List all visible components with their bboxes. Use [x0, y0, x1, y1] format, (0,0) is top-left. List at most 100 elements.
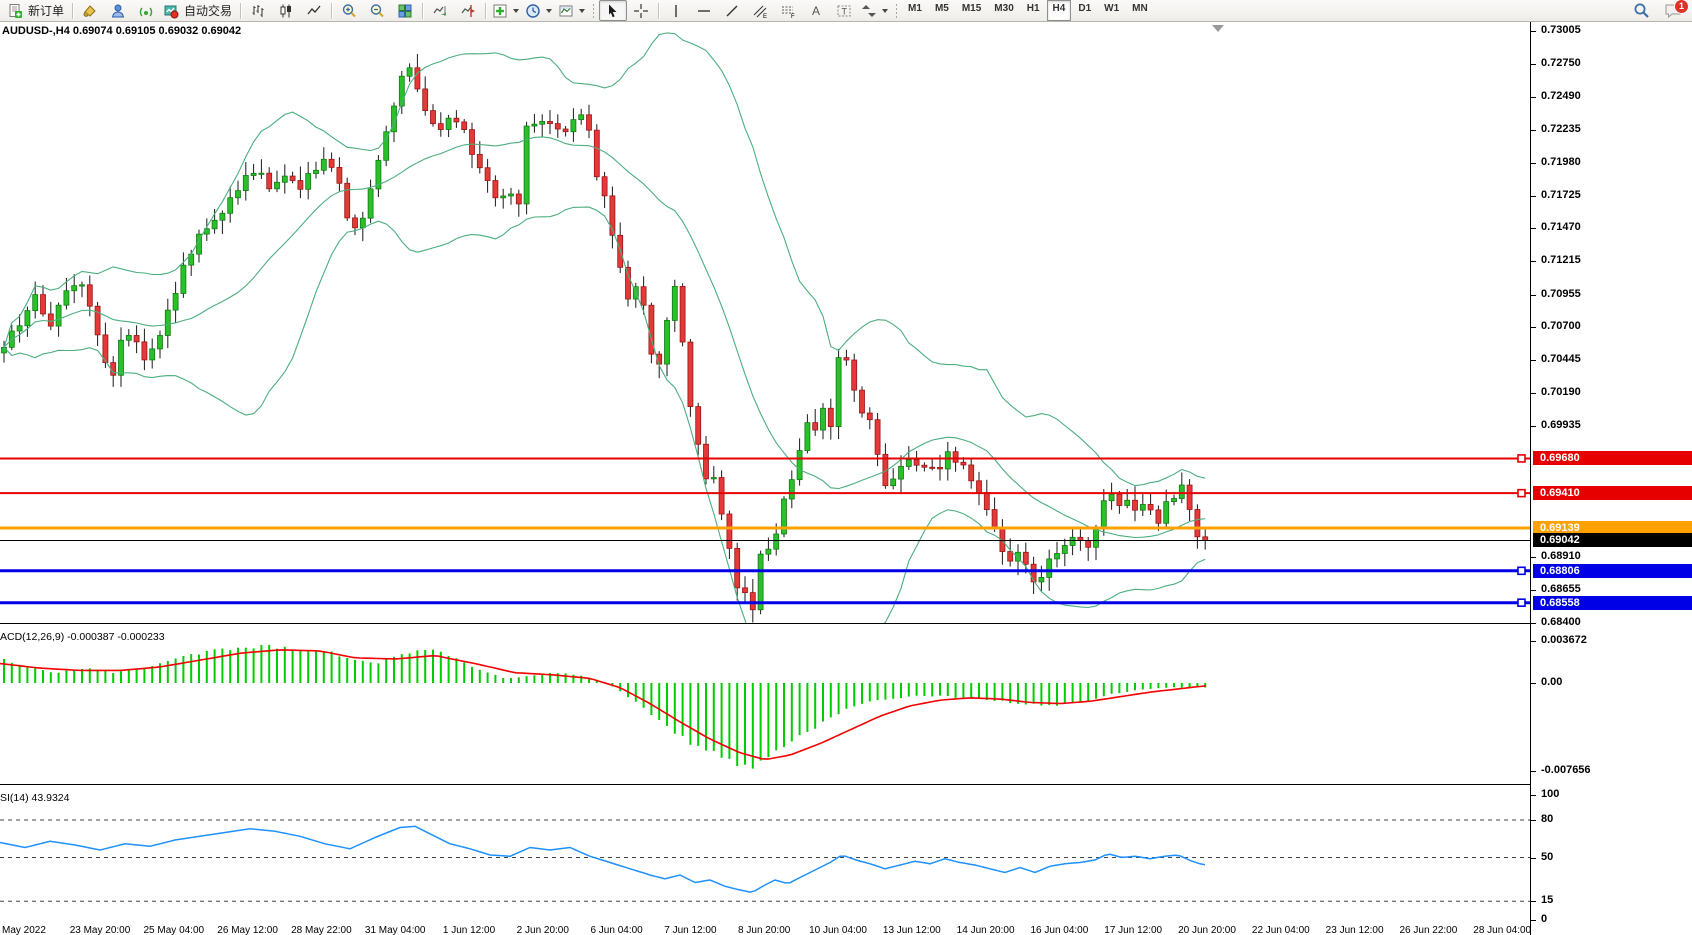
indicators-button[interactable] [489, 0, 522, 21]
candle-up [540, 121, 545, 124]
indicators-icon [492, 3, 508, 19]
time-axis-label: 17 Jun 12:00 [1104, 925, 1162, 935]
rsi-panel[interactable]: SI(14) 43.9324 [0, 788, 1530, 924]
candle-up [243, 176, 248, 191]
signal-icon [138, 3, 154, 19]
candle-down [95, 306, 100, 335]
bar-chart-button[interactable] [244, 0, 272, 21]
equidistant-channel-icon: E [752, 3, 768, 19]
candlestick-button[interactable] [272, 0, 300, 21]
auto-scroll-button[interactable] [426, 0, 454, 21]
toolbar-separator [331, 3, 332, 19]
candle-down [750, 593, 755, 610]
candle-down [485, 168, 490, 181]
line-handle [1518, 490, 1525, 497]
text-label-tool-button[interactable]: T [830, 0, 858, 21]
rsi-tick-label: 100 [1541, 788, 1559, 800]
crosshair-tool-button[interactable] [627, 0, 655, 21]
price-tick-mark [1531, 590, 1536, 591]
arrows-tool-button[interactable] [858, 0, 891, 21]
chart-area: AUDUSD-,H4 0.69074 0.69105 0.69032 0.690… [0, 22, 1692, 935]
candle-down [142, 342, 147, 360]
periods-button[interactable] [522, 0, 555, 21]
timeframe-button-m5[interactable]: M5 [929, 0, 955, 21]
candle-up [501, 196, 506, 198]
candle-down [719, 478, 724, 514]
time-axis-label: 13 Jun 12:00 [883, 925, 941, 935]
text-tool-button[interactable]: A [802, 0, 830, 21]
candle-up [1179, 485, 1184, 498]
signal-button[interactable] [132, 0, 160, 21]
autotrading-button[interactable]: 自动交易 [160, 0, 237, 21]
candle-up [173, 293, 178, 310]
candle-up [789, 480, 794, 499]
fibonacci-tool-button[interactable]: F [774, 0, 802, 21]
price-line-badge: 0.69410 [1533, 486, 1692, 500]
profile-icon [110, 3, 126, 19]
candle-up [314, 170, 319, 173]
candle-down [852, 360, 857, 390]
candle-up [805, 423, 810, 451]
time-axis[interactable]: May 202223 May 20:0025 May 04:0026 May 1… [0, 924, 1530, 935]
timeframe-button-m1[interactable]: M1 [902, 0, 928, 21]
candle-down [87, 285, 92, 306]
chart-shift-button[interactable] [454, 0, 482, 21]
channel-tool-button[interactable]: E [746, 0, 774, 21]
time-axis-label: 14 Jun 20:00 [957, 925, 1015, 935]
candle-down [844, 358, 849, 360]
candle-down [470, 130, 475, 155]
time-axis-label: 6 Jun 04:00 [590, 925, 642, 935]
price-tick-label: 0.70955 [1541, 288, 1581, 300]
main-chart-panel[interactable]: AUDUSD-,H4 0.69074 0.69105 0.69032 0.690… [0, 22, 1530, 623]
trendline-tool-button[interactable] [718, 0, 746, 21]
price-tick-mark [1531, 261, 1536, 262]
cursor-tool-button[interactable] [599, 0, 627, 21]
toolbar-grip[interactable] [895, 3, 898, 19]
new-order-button[interactable]: 新订单 [4, 0, 69, 21]
price-tick-label: 0.70445 [1541, 353, 1581, 365]
candlestick-chart[interactable] [0, 22, 1530, 623]
zoom-out-button[interactable] [363, 0, 391, 21]
price-axis[interactable]: 0.730050.727500.724900.722350.719800.717… [1530, 22, 1692, 935]
zoom-in-icon [341, 3, 357, 19]
line-handle [1518, 455, 1525, 462]
timeframe-button-h1[interactable]: H1 [1021, 0, 1046, 21]
candle-up [1062, 546, 1067, 554]
line-chart-button[interactable] [300, 0, 328, 21]
candle-up [1172, 499, 1177, 502]
zoom-in-button[interactable] [335, 0, 363, 21]
rsi-label: SI(14) 43.9324 [0, 792, 69, 804]
tile-windows-button[interactable] [391, 0, 419, 21]
timeframe-button-h4[interactable]: H4 [1047, 0, 1072, 21]
candle-down [41, 295, 46, 314]
toolbar-separator [72, 3, 73, 19]
profile-button[interactable] [104, 0, 132, 21]
horizontal-line-tool-button[interactable] [690, 0, 718, 21]
candle-down [704, 444, 709, 479]
templates-button[interactable] [555, 0, 588, 21]
notifications-button[interactable]: 1 [1664, 3, 1682, 19]
candle-up [282, 176, 287, 182]
styler-button[interactable] [76, 0, 104, 21]
candle-down [516, 194, 521, 204]
timeframe-button-w1[interactable]: W1 [1098, 0, 1125, 21]
price-tick-label: 0.72490 [1541, 90, 1581, 102]
timeframe-button-mn[interactable]: MN [1126, 0, 1154, 21]
time-axis-label: 10 Jun 04:00 [809, 925, 867, 935]
price-tick-label: 0.68655 [1541, 583, 1581, 595]
time-axis-label: 2 Jun 20:00 [517, 925, 569, 935]
macd-tick-label: 0.00 [1541, 676, 1562, 688]
toolbar-right: 1 [1633, 2, 1682, 19]
vertical-line-tool-button[interactable] [662, 0, 690, 21]
toolbar-grip[interactable] [592, 3, 595, 19]
timeframe-button-m15[interactable]: M15 [956, 0, 987, 21]
search-icon[interactable] [1633, 2, 1650, 19]
candle-down [984, 492, 989, 509]
rsi-chart [0, 788, 1530, 924]
line-chart-icon [306, 3, 322, 19]
candle-up [821, 408, 826, 430]
timeframe-button-m30[interactable]: M30 [988, 0, 1019, 21]
timeframe-button-d1[interactable]: D1 [1072, 0, 1097, 21]
macd-panel[interactable]: ACD(12,26,9) -0.000387 -0.000233 [0, 627, 1530, 784]
dropdown-arrow-icon [546, 9, 552, 13]
